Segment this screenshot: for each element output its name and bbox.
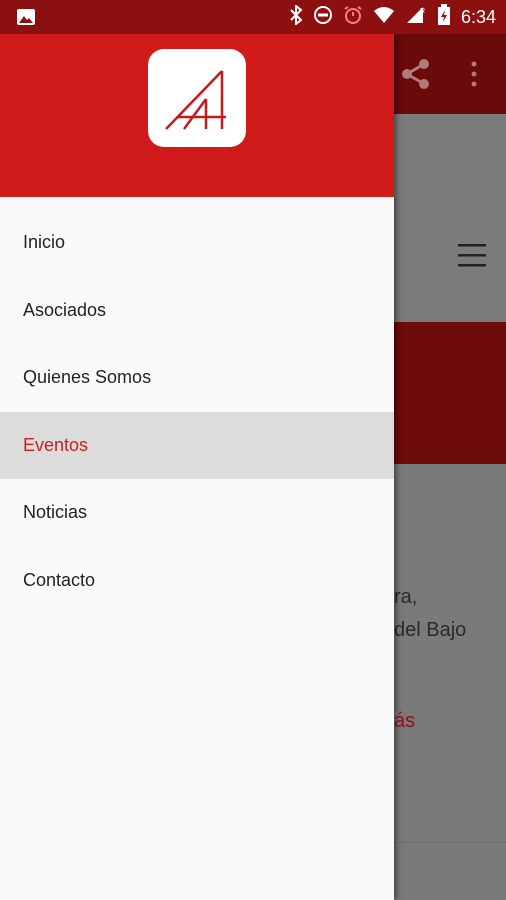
drawer-item-inicio[interactable]: Inicio	[0, 209, 394, 277]
signal-icon: R	[405, 5, 427, 30]
svg-text:R: R	[420, 8, 425, 15]
background-read-more-link[interactable]: ás	[394, 710, 415, 733]
background-divider	[394, 842, 506, 843]
drawer-item-contacto[interactable]: Contacto	[0, 547, 394, 615]
clock-text: 6:34	[460, 6, 496, 27]
background-text-line-2: del Bajo	[394, 619, 467, 641]
share-icon[interactable]	[398, 56, 434, 97]
battery-icon	[437, 3, 451, 31]
bluetooth-icon	[289, 3, 303, 30]
status-bar: R 6:34	[0, 0, 506, 34]
navigation-drawer: Inicio Asociados Quienes Somos Eventos N…	[0, 34, 394, 900]
image-icon	[16, 8, 36, 31]
drawer-item-eventos[interactable]: Eventos	[0, 411, 394, 479]
hamburger-menu-icon[interactable]	[458, 242, 486, 273]
background-text-line-1: ra,	[394, 586, 418, 608]
drawer-menu: Inicio Asociados Quienes Somos Eventos N…	[0, 209, 394, 614]
app-logo	[148, 49, 246, 147]
drawer-header	[0, 34, 394, 197]
drawer-item-quienes-somos[interactable]: Quienes Somos	[0, 344, 394, 412]
more-options-icon[interactable]	[470, 60, 478, 93]
drawer-item-noticias[interactable]: Noticias	[0, 479, 394, 547]
wifi-icon	[373, 6, 395, 29]
do-not-disturb-icon	[313, 5, 333, 30]
drawer-item-asociados[interactable]: Asociados	[0, 277, 394, 345]
alarm-icon	[343, 5, 363, 30]
